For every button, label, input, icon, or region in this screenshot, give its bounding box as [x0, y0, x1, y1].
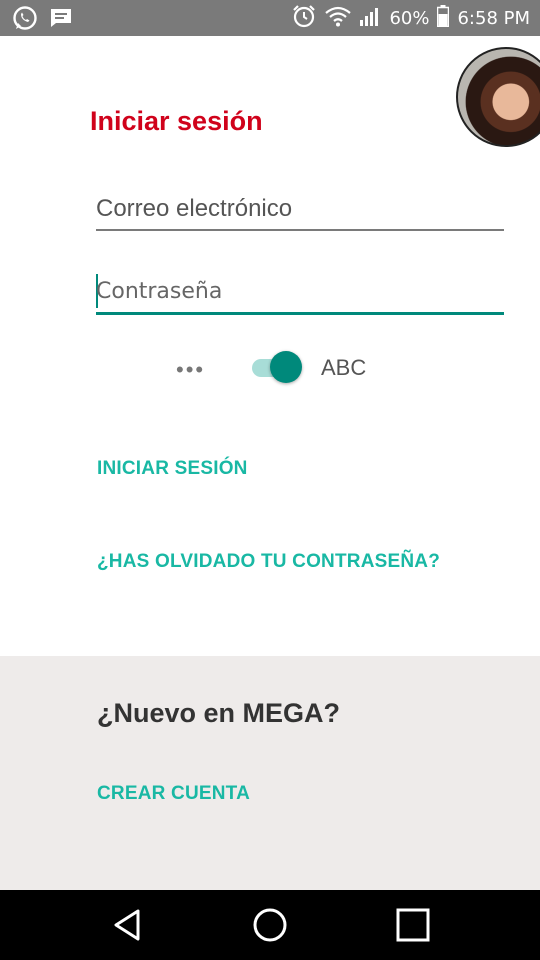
- wifi-icon: [325, 5, 352, 32]
- email-placeholder: Correo electrónico: [96, 195, 293, 222]
- whatsapp-icon: [12, 5, 38, 36]
- toggle-knob[interactable]: [270, 351, 302, 383]
- page-title: Iniciar sesión: [90, 106, 263, 136]
- back-icon[interactable]: [108, 905, 148, 945]
- visible-abc-label: ABC: [321, 355, 367, 380]
- battery-icon: [437, 4, 450, 32]
- forgot-password-link[interactable]: ¿HAS OLVIDADO TU CONTRASEÑA?: [97, 551, 440, 573]
- password-field[interactable]: Contraseña: [96, 274, 504, 315]
- email-field[interactable]: Correo electrónico: [96, 193, 504, 231]
- recents-icon[interactable]: [393, 905, 433, 945]
- battery-percent: 60%: [389, 7, 430, 29]
- clock: 6:58 PM: [457, 7, 530, 29]
- navigation-bar: [0, 890, 540, 960]
- status-bar: 60% 6:58 PM: [0, 0, 540, 36]
- signup-panel: ¿Nuevo en MEGA? CREAR CUENTA: [0, 656, 540, 890]
- password-placeholder: Contraseña: [96, 279, 223, 304]
- login-button[interactable]: INICIAR SESIÓN: [97, 458, 248, 480]
- hidden-dots-label: •••: [176, 357, 206, 382]
- avatar[interactable]: [456, 47, 540, 147]
- signal-icon: [359, 5, 381, 32]
- password-visibility-row: ••• ABC: [0, 345, 540, 389]
- home-icon[interactable]: [250, 905, 290, 945]
- signup-title: ¿Nuevo en MEGA?: [97, 698, 341, 728]
- create-account-button[interactable]: CREAR CUENTA: [97, 783, 250, 805]
- alarm-icon: [291, 3, 317, 34]
- message-icon: [48, 5, 74, 36]
